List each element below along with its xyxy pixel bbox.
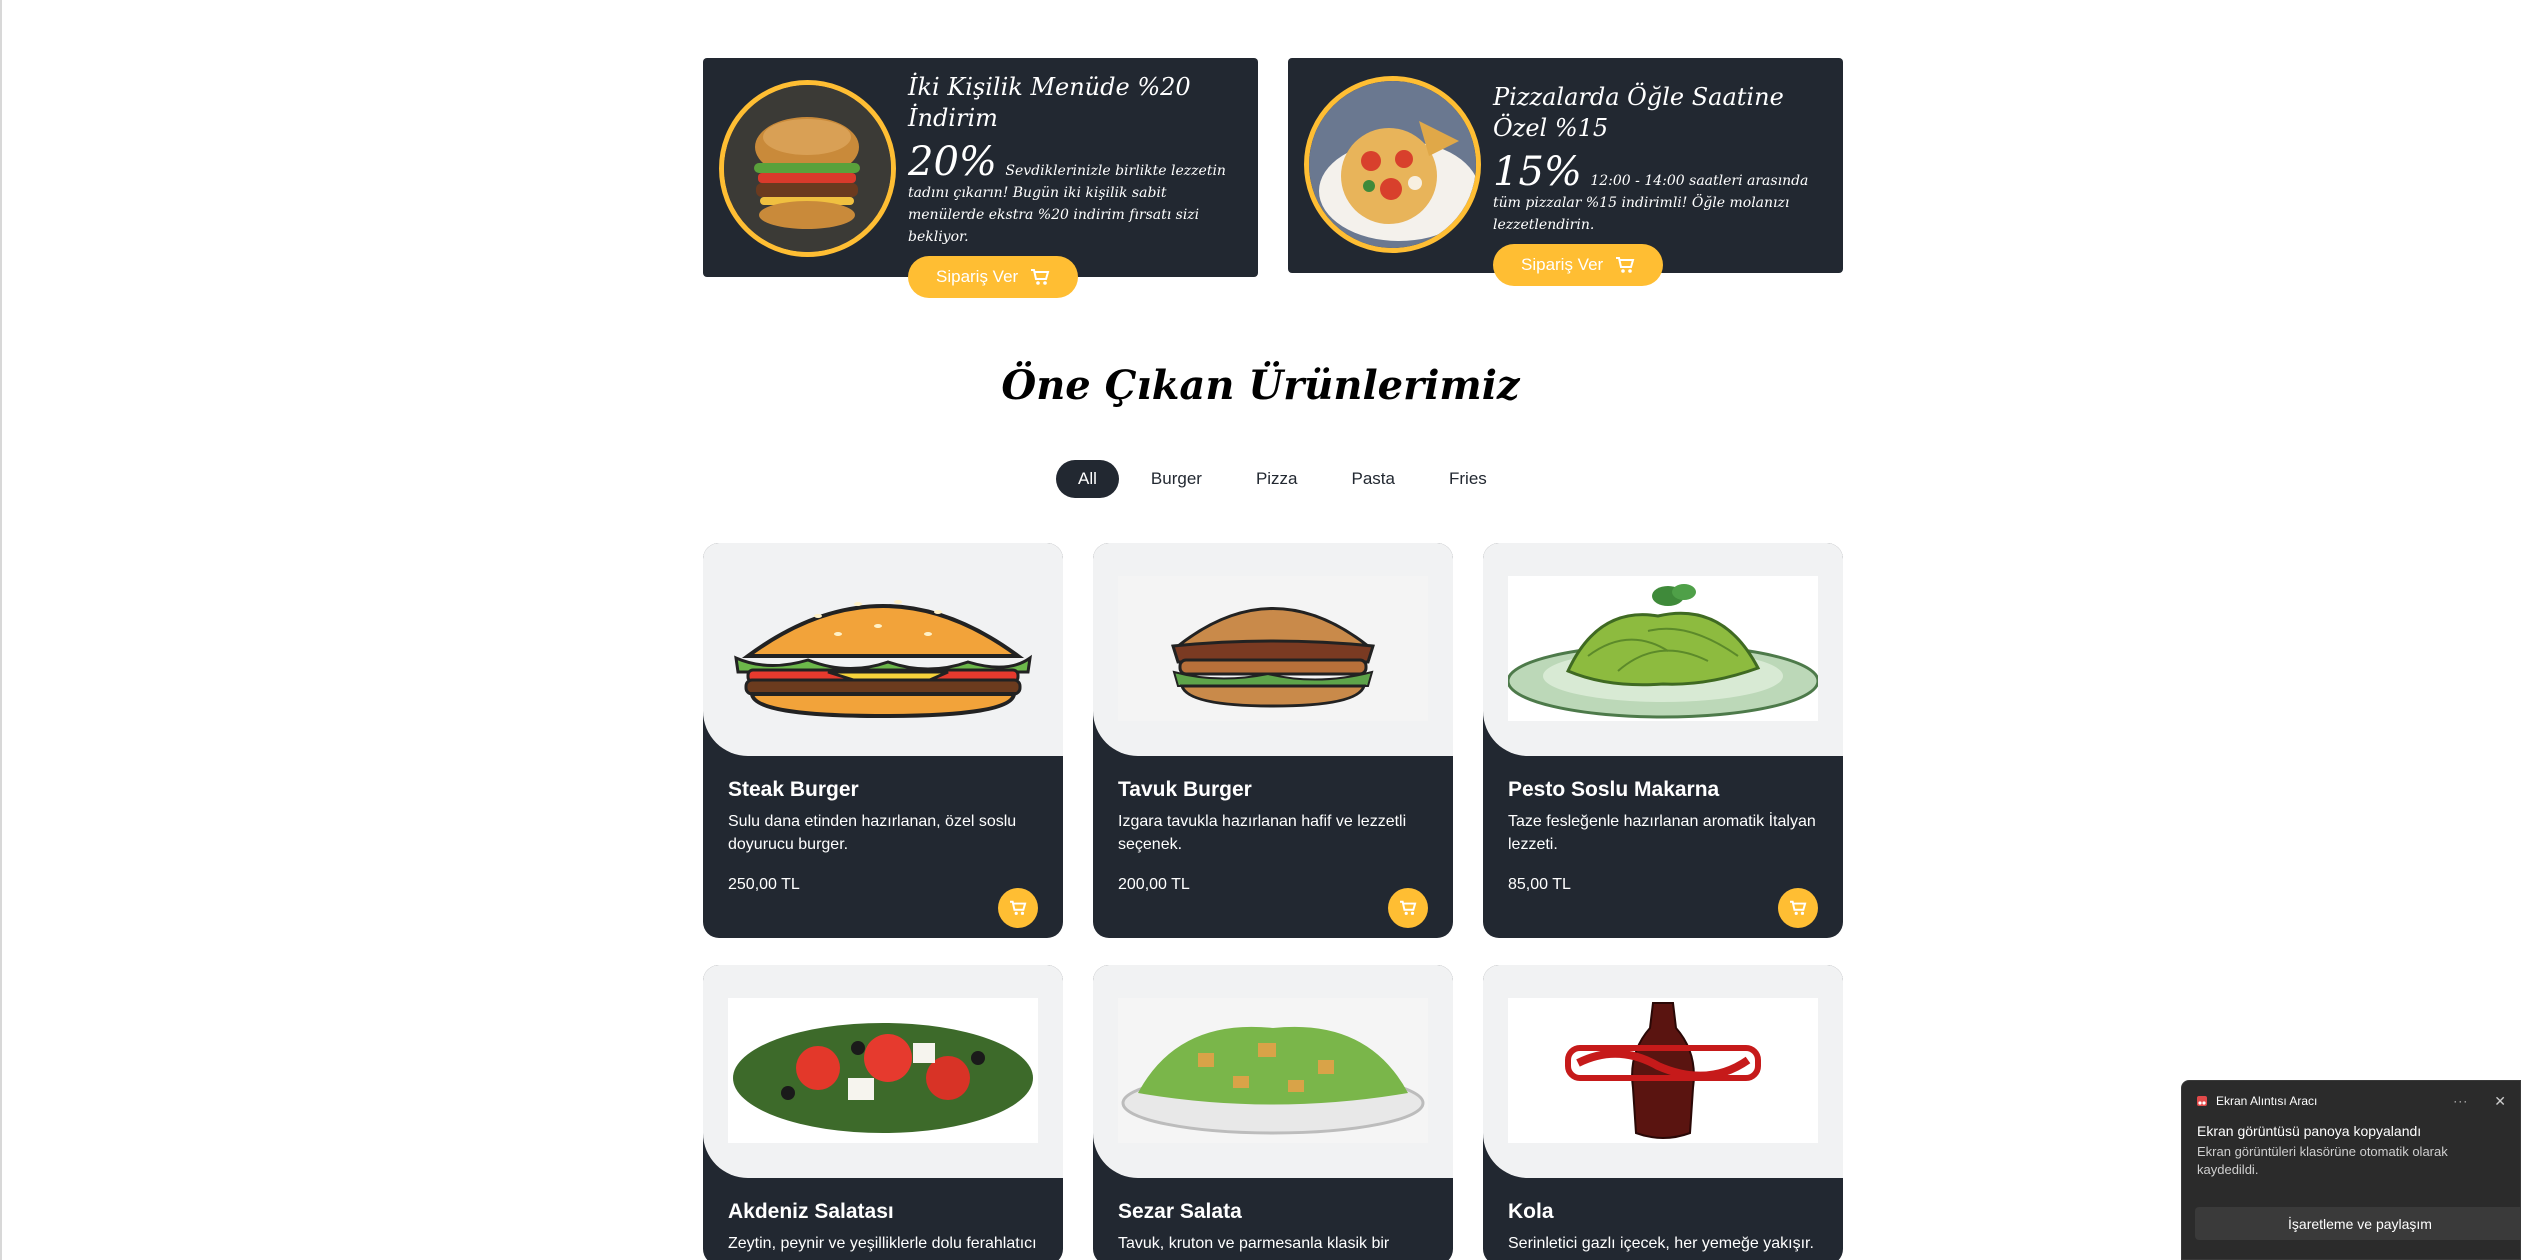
markup-and-share-button[interactable]: İşaretleme ve paylaşım	[2195, 1207, 2521, 1240]
product-price: 250,00 TL	[728, 876, 800, 893]
offer-percent: 15%	[1493, 149, 1582, 196]
product-name: Akdeniz Salatası	[728, 1200, 894, 1223]
product-info: Sezar Salata Tavuk, kruton ve parmesanla…	[1093, 1178, 1453, 1260]
offer-title: İki Kişilik Menüde %20 İndirim	[908, 73, 1191, 133]
product-card: Sezar Salata Tavuk, kruton ve parmesanla…	[1093, 965, 1453, 1260]
product-description: Serinletici gazlı içecek, her yemeğe yak…	[1508, 1235, 1814, 1252]
product-image-box	[1483, 965, 1843, 1178]
snipping-tool-icon	[2197, 1096, 2207, 1106]
offer-text-line: 20% Sevdiklerinizle birlikte lezzetin ta…	[908, 142, 1238, 248]
filter-menu: All Burger Pizza Pasta Fries	[1056, 460, 1509, 498]
product-card: Pesto Soslu Makarna Taze fesleğenle hazı…	[1483, 543, 1843, 938]
snipping-tool-notification[interactable]: Ekran Alıntısı Aracı ··· ✕ Ekran görüntü…	[2181, 1080, 2521, 1260]
offer-text-line: 15% 12:00 - 14:00 saatleri arasında tüm …	[1493, 152, 1823, 236]
offer-image-burger	[719, 80, 896, 257]
order-button[interactable]: Sipariş Ver	[908, 256, 1079, 299]
filter-burger[interactable]: Burger	[1129, 460, 1224, 498]
cart-icon	[1616, 257, 1635, 274]
product-image-box	[703, 543, 1063, 756]
product-info: Akdeniz Salatası Zeytin, peynir ve yeşil…	[703, 1178, 1063, 1255]
product-image-box	[1483, 543, 1843, 756]
product-info: Pesto Soslu Makarna Taze fesleğenle hazı…	[1483, 756, 1843, 928]
product-card: Akdeniz Salatası Zeytin, peynir ve yeşil…	[703, 965, 1063, 1260]
offer-title: Pizzalarda Öğle Saatine Özel %15	[1493, 83, 1784, 143]
product-image-tavuk-burger	[1118, 576, 1428, 721]
add-to-cart-button[interactable]	[998, 888, 1038, 928]
order-button-label: Sipariş Ver	[936, 267, 1019, 287]
filter-all[interactable]: All	[1056, 460, 1119, 498]
order-button-label: Sipariş Ver	[1521, 255, 1604, 275]
offer-box-two-person-menu: İki Kişilik Menüde %20 İndirim 20% Sevdi…	[703, 58, 1258, 299]
product-description: Zeytin, peynir ve yeşilliklerle dolu fer…	[728, 1235, 1037, 1252]
notification-title: Ekran görüntüsü panoya kopyalandı	[2197, 1123, 2422, 1139]
notification-header: Ekran Alıntısı Aracı ··· ✕	[2182, 1081, 2520, 1121]
product-description: Izgara tavukla hazırlanan hafif ve lezze…	[1118, 813, 1407, 853]
product-info: Tavuk Burger Izgara tavukla hazırlanan h…	[1093, 756, 1453, 928]
add-to-cart-button[interactable]	[1388, 888, 1428, 928]
product-price: 200,00 TL	[1118, 876, 1190, 893]
product-name: Kola	[1508, 1200, 1554, 1223]
product-description: Tavuk, kruton ve parmesanla klasik bir s…	[1118, 1235, 1390, 1260]
offer-image-pizza	[1304, 76, 1481, 253]
product-image-akdeniz-salatasi	[728, 998, 1038, 1143]
offer-percent: 20%	[908, 139, 997, 186]
product-description: Taze fesleğenle hazırlanan aromatik İtal…	[1508, 813, 1816, 853]
product-image-box	[703, 965, 1063, 1178]
product-image-sezar-salata	[1118, 998, 1428, 1143]
product-image-steak-burger	[734, 600, 1032, 719]
product-price: 85,00 TL	[1508, 876, 1571, 893]
product-name: Sezar Salata	[1118, 1200, 1242, 1223]
product-name: Pesto Soslu Makarna	[1508, 778, 1720, 801]
offer-content: İki Kişilik Menüde %20 İndirim 20% Sevdi…	[908, 72, 1238, 299]
add-to-cart-button[interactable]	[1778, 888, 1818, 928]
product-name: Steak Burger	[728, 778, 859, 801]
product-image-box	[1093, 965, 1453, 1178]
product-info: Steak Burger Sulu dana etinden hazırlana…	[703, 756, 1063, 928]
product-image-kola	[1508, 998, 1818, 1143]
notification-app-name: Ekran Alıntısı Aracı	[2216, 1094, 2318, 1108]
filter-fries[interactable]: Fries	[1427, 460, 1509, 498]
order-button[interactable]: Sipariş Ver	[1493, 244, 1664, 287]
product-image-pesto-pasta	[1508, 576, 1818, 721]
product-card: Tavuk Burger Izgara tavukla hazırlanan h…	[1093, 543, 1453, 938]
page-left-edge	[0, 0, 2, 1260]
more-options-icon[interactable]: ···	[2453, 1094, 2468, 1108]
offer-box-pizza-lunch: Pizzalarda Öğle Saatine Özel %15 15% 12:…	[1288, 58, 1843, 287]
section-title: Öne Çıkan Ürünlerimiz	[1001, 362, 1520, 409]
cart-icon	[1400, 900, 1417, 915]
cart-icon	[1790, 900, 1807, 915]
cart-icon	[1031, 269, 1050, 286]
product-name: Tavuk Burger	[1118, 778, 1252, 801]
product-info: Kola Serinletici gazlı içecek, her yemeğ…	[1483, 1178, 1843, 1255]
product-card: Kola Serinletici gazlı içecek, her yemeğ…	[1483, 965, 1843, 1260]
close-icon[interactable]: ✕	[2494, 1093, 2506, 1110]
product-card: Steak Burger Sulu dana etinden hazırlana…	[703, 543, 1063, 938]
offer-content: Pizzalarda Öğle Saatine Özel %15 15% 12:…	[1493, 82, 1823, 287]
notification-message: Ekran görüntüleri klasörüne otomatik ola…	[2197, 1144, 2448, 1177]
filter-pizza[interactable]: Pizza	[1234, 460, 1320, 498]
cart-icon	[1010, 900, 1027, 915]
filter-pasta[interactable]: Pasta	[1330, 460, 1417, 498]
product-description: Sulu dana etinden hazırlanan, özel soslu…	[728, 813, 1017, 853]
product-image-box	[1093, 543, 1453, 756]
